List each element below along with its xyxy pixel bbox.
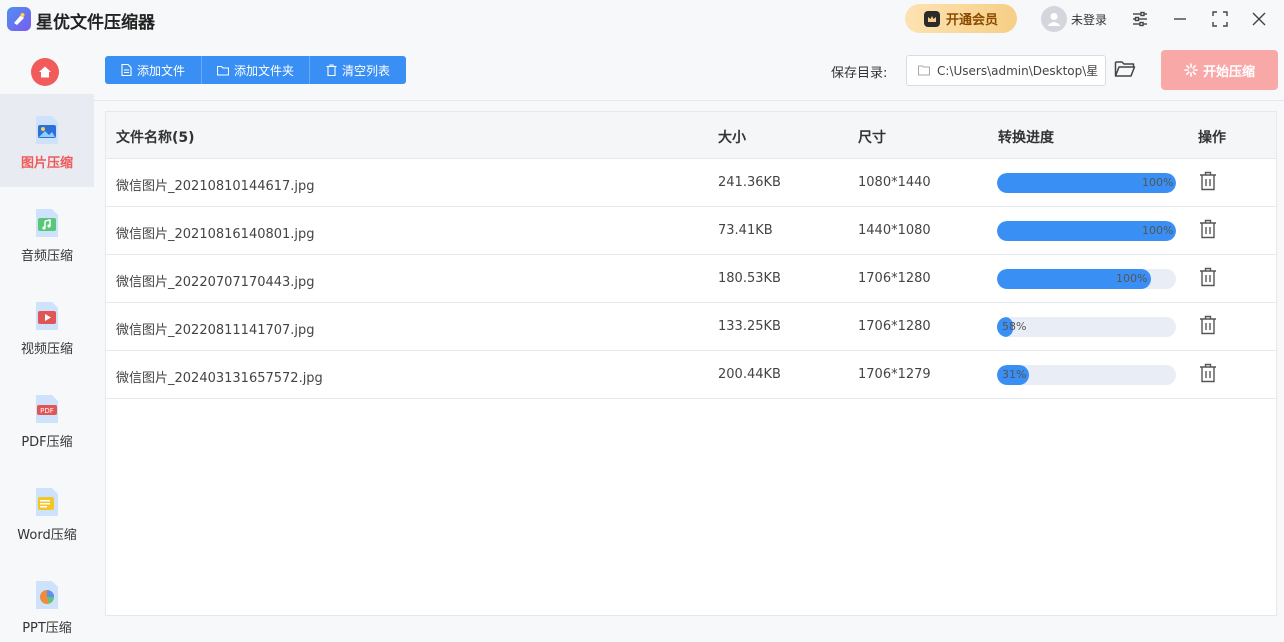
add-folder-label: 添加文件夹 (233, 63, 294, 78)
column-header-name: 文件名称(5) (116, 130, 195, 146)
file-size: 133.25KB (718, 319, 781, 334)
folder-icon (918, 65, 930, 76)
column-header-progress: 转换进度 (998, 130, 1054, 146)
vip-label: 开通会员 (945, 13, 998, 28)
sidebar-item-ppt[interactable]: PPT压缩 (0, 559, 94, 642)
clear-list-button[interactable]: 清空列表 (310, 56, 406, 84)
file-dims: 1706*1280 (858, 271, 931, 286)
sidebar-item-label: Word压缩 (17, 528, 77, 543)
table-row[interactable]: 微信图片_20220707170443.jpg 180.53KB 1706*12… (106, 255, 1276, 303)
file-dims: 1440*1080 (858, 223, 931, 238)
add-file-label: 添加文件 (136, 63, 185, 78)
delete-icon[interactable] (1199, 315, 1217, 335)
progress-bar: 31% (997, 365, 1176, 385)
toolbar-divider (94, 100, 1284, 101)
sidebar-item-audio[interactable]: 音频压缩 (0, 187, 94, 280)
folder-icon (216, 65, 229, 76)
sidebar-item-label: PDF压缩 (21, 435, 73, 450)
progress-bar: 100% (997, 173, 1176, 193)
file-dims: 1706*1280 (858, 319, 931, 334)
column-header-size: 大小 (718, 130, 746, 146)
delete-icon[interactable] (1199, 363, 1217, 383)
file-icon (121, 64, 132, 76)
save-dir-input[interactable] (906, 55, 1106, 86)
progress-bar: 58% (997, 317, 1176, 337)
table-row[interactable]: 微信图片_202403131657572.jpg 200.44KB 1706*1… (106, 351, 1276, 399)
sidebar-item-image[interactable]: 图片压缩 (0, 94, 94, 187)
sidebar-item-word[interactable]: Word压缩 (0, 466, 94, 559)
pdf-badge: PDF (40, 407, 54, 415)
file-size: 73.41KB (718, 223, 773, 238)
start-compress-label: 开始压缩 (1202, 64, 1255, 80)
audio-compress-icon (33, 207, 61, 239)
minimize-icon[interactable] (1168, 7, 1192, 31)
table-row[interactable]: 微信图片_20220811141707.jpg 133.25KB 1706*12… (106, 303, 1276, 351)
column-header-actions: 操作 (1198, 130, 1226, 146)
clear-list-label: 清空列表 (341, 63, 390, 78)
file-size: 180.53KB (718, 271, 781, 286)
sidebar-item-video[interactable]: 视频压缩 (0, 280, 94, 373)
file-dims: 1080*1440 (858, 175, 931, 190)
table-row[interactable]: 微信图片_20210810144617.jpg 241.36KB 1080*14… (106, 159, 1276, 207)
maximize-icon[interactable] (1208, 7, 1232, 31)
progress-bar: 100% (997, 269, 1176, 289)
file-name: 微信图片_20210816140801.jpg (116, 227, 315, 242)
file-name: 微信图片_20220811141707.jpg (116, 323, 315, 338)
delete-icon[interactable] (1199, 219, 1217, 239)
progress-text: 100% (1142, 176, 1174, 189)
table-header: 文件名称(5) 大小 尺寸 转换进度 操作 (106, 112, 1276, 159)
word-compress-icon (33, 486, 61, 518)
title-bar: 星优文件压缩器 开通会员 未登录 (0, 0, 1284, 38)
progress-text: 100% (1142, 224, 1174, 237)
ppt-compress-icon (33, 579, 61, 611)
file-size: 200.44KB (718, 367, 781, 382)
progress-text: 100% (1116, 272, 1148, 285)
file-toolbar: 添加文件 添加文件夹 清空列表 (105, 56, 406, 84)
app-logo-icon (7, 7, 31, 31)
trash-icon (326, 64, 337, 76)
home-icon (39, 66, 51, 78)
file-name: 微信图片_20210810144617.jpg (116, 179, 315, 194)
start-compress-button[interactable]: 开始压缩 (1161, 50, 1278, 90)
sidebar-item-label: 音频压缩 (20, 249, 73, 264)
table-row[interactable]: 微信图片_20210816140801.jpg 73.41KB 1440*108… (106, 207, 1276, 255)
add-folder-button[interactable]: 添加文件夹 (202, 56, 310, 84)
close-icon[interactable] (1247, 7, 1271, 31)
progress-bar: 100% (997, 221, 1176, 241)
video-compress-icon (33, 300, 61, 332)
progress-text: 31% (1002, 368, 1027, 381)
file-dims: 1706*1279 (858, 367, 931, 382)
file-name: 微信图片_202403131657572.jpg (116, 371, 323, 386)
column-header-dims: 尺寸 (858, 130, 886, 146)
sidebar-item-label: 视频压缩 (20, 342, 73, 357)
user-login[interactable]: 未登录 (1041, 6, 1107, 32)
settings-sliders-icon[interactable] (1128, 7, 1152, 31)
sidebar-item-label: 图片压缩 (20, 156, 73, 171)
sidebar-item-label: PPT压缩 (22, 621, 72, 636)
sidebar-item-pdf[interactable]: PDF PDF压缩 (0, 373, 94, 466)
file-size: 241.36KB (718, 175, 781, 190)
delete-icon[interactable] (1199, 267, 1217, 287)
app-title: 星优文件压缩器 (36, 13, 155, 33)
vip-button[interactable]: 开通会员 (905, 4, 1017, 33)
save-dir-label: 保存目录: (831, 66, 888, 81)
sidebar: 图片压缩 音频压缩 视频压缩 PDF PDF压缩 Word压缩 PPT压缩 (0, 38, 94, 642)
file-table: 文件名称(5) 大小 尺寸 转换进度 操作 微信图片_2021081014461… (105, 111, 1277, 616)
add-file-button[interactable]: 添加文件 (105, 56, 202, 84)
image-compress-icon (33, 114, 61, 146)
avatar-icon (1041, 6, 1067, 32)
user-label: 未登录 (1071, 12, 1108, 27)
file-name: 微信图片_20220707170443.jpg (116, 275, 315, 290)
progress-text: 58% (1002, 320, 1027, 333)
pdf-compress-icon: PDF (33, 393, 61, 425)
browse-folder-icon[interactable] (1114, 59, 1138, 83)
spinner-icon (1184, 63, 1198, 77)
delete-icon[interactable] (1199, 171, 1217, 191)
home-button[interactable] (31, 58, 59, 86)
vip-crown-icon (923, 10, 940, 27)
